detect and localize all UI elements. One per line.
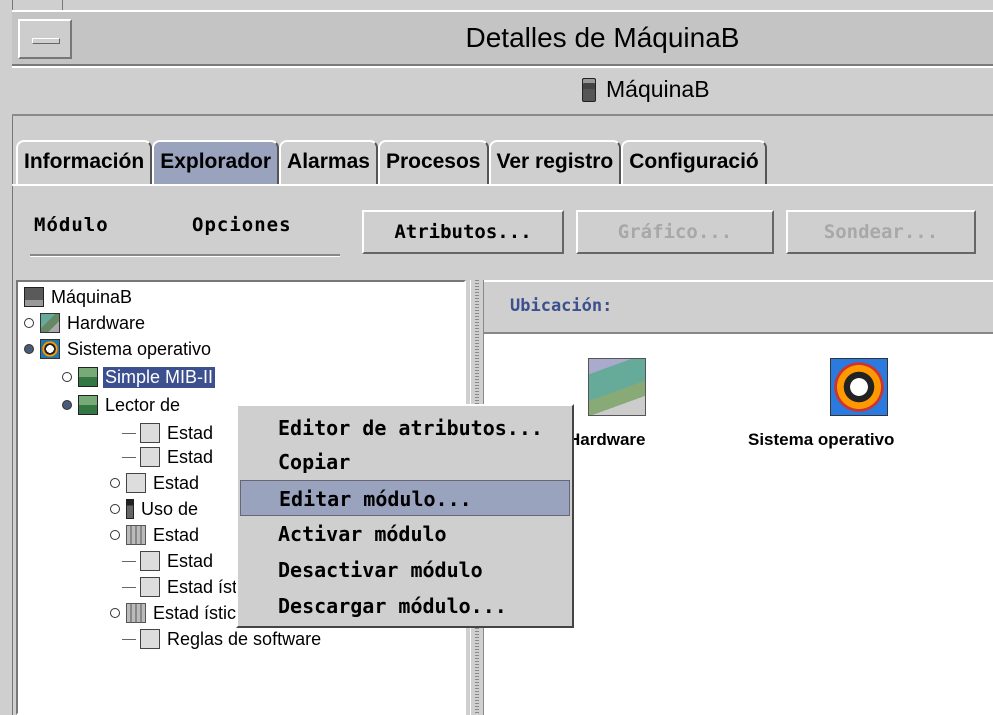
os-icon[interactable] [830, 358, 888, 416]
chip-icon [126, 525, 146, 545]
tree-item-label: Lector de [105, 394, 181, 415]
tab-ver-registro[interactable]: Ver registro [488, 140, 622, 184]
menu-item-copiar[interactable]: Copiar [240, 444, 570, 480]
tree-connector [122, 638, 136, 640]
grafico-button[interactable]: Gráfico... [576, 210, 774, 254]
expand-node-icon[interactable] [110, 608, 120, 618]
module-icon [78, 395, 98, 415]
sondear-button[interactable]: Sondear... [786, 210, 976, 254]
tab-divider [12, 184, 993, 186]
window-title: Detalles de MáquinaB [465, 22, 740, 53]
menu-underline [30, 254, 340, 257]
atributos-button[interactable]: Atributos... [362, 210, 564, 254]
menu-item-desactivar-modulo[interactable]: Desactivar módulo [240, 552, 570, 588]
tree-item-label: Estad [167, 446, 214, 467]
collapse-node-icon[interactable] [24, 344, 34, 354]
menu-modulo[interactable]: Módulo [34, 214, 109, 236]
host-header: MáquinaB [12, 66, 993, 116]
stats-icon [140, 551, 160, 571]
context-menu: Editor de atributos... Copiar Editar mód… [236, 404, 574, 628]
expand-node-icon[interactable] [62, 372, 72, 382]
tree-item-estad-5[interactable]: Estad [122, 548, 215, 574]
menu-item-editar-modulo[interactable]: Editar módulo... [240, 480, 570, 516]
stats-icon [140, 447, 160, 467]
tree-item-label: Estad [167, 422, 214, 443]
tree-item-host[interactable]: MáquinaB [24, 284, 134, 310]
expand-node-icon[interactable] [24, 318, 34, 328]
tree-item-label: Uso de [141, 498, 199, 519]
tab-procesos[interactable]: Procesos [377, 140, 489, 184]
tree-connector [122, 456, 136, 458]
tree-item-label: Estad [153, 472, 200, 493]
expand-node-icon[interactable] [110, 530, 120, 540]
tree-item-lector[interactable]: Lector de [62, 392, 182, 418]
tree-item-label: Reglas de software [167, 628, 322, 649]
tree-item-estad-3[interactable]: Estad [110, 470, 201, 496]
tree-item-estad-2[interactable]: Estad [122, 444, 215, 470]
tree-item-hardware[interactable]: Hardware [24, 310, 147, 336]
menu-item-editor-atributos[interactable]: Editor de atributos... [240, 410, 570, 446]
tab-explorador[interactable]: Explorador [152, 140, 280, 184]
stats-icon [140, 423, 160, 443]
tree-connector [122, 432, 136, 434]
tree-item-estad-4[interactable]: Estad [110, 522, 201, 548]
tree-connector [122, 586, 136, 588]
collapse-node-icon[interactable] [62, 400, 72, 410]
chip-icon [126, 603, 146, 623]
content-item-sistema-operativo[interactable]: Sistema operativo [748, 430, 894, 450]
disk-icon [140, 577, 160, 597]
menu-item-descargar-modulo[interactable]: Descargar módulo... [240, 588, 570, 624]
window-frame-notch [62, 0, 63, 10]
tree-item-sistema-operativo[interactable]: Sistema operativo [24, 336, 213, 362]
disk-icon [126, 473, 146, 493]
tree-item-uso[interactable]: Uso de [110, 496, 200, 522]
tab-alarmas[interactable]: Alarmas [279, 140, 378, 184]
tree-item-label: Simple MIB-II [103, 366, 216, 388]
expand-node-icon[interactable] [110, 504, 120, 514]
tree-item-simple-mib[interactable]: Simple MIB-II [62, 364, 216, 390]
title-bar: Detalles de MáquinaB [12, 10, 993, 66]
bar-icon [126, 499, 134, 519]
hardware-icon[interactable] [588, 358, 646, 416]
os-icon [40, 339, 60, 359]
menu-opciones[interactable]: Opciones [192, 214, 292, 236]
tree-item-label: MáquinaB [51, 286, 133, 307]
location-bar: Ubicación: [484, 280, 993, 334]
tab-bar: Información Explorador Alarmas Procesos … [16, 140, 767, 184]
tree-item-estad-1[interactable]: Estad [122, 420, 215, 446]
hardware-icon [40, 313, 60, 333]
tree-item-reglas[interactable]: Reglas de software [122, 626, 323, 652]
location-label: Ubicación: [510, 296, 613, 316]
tree-item-label: Estad [167, 550, 214, 571]
tree-item-label: Estad [153, 524, 200, 545]
tree-item-label: Hardware [67, 312, 146, 333]
expand-node-icon[interactable] [110, 478, 120, 488]
tab-configuracion[interactable]: Configuració [621, 140, 767, 184]
host-label: MáquinaB [606, 76, 710, 102]
tree-item-label: Sistema operativo [67, 338, 212, 359]
tree-connector [122, 560, 136, 562]
menu-item-activar-modulo[interactable]: Activar módulo [240, 516, 570, 552]
stats-icon [140, 629, 160, 649]
content-item-hardware[interactable]: Hardware [568, 430, 645, 450]
module-icon [78, 367, 98, 387]
host-icon [24, 287, 44, 307]
tab-informacion[interactable]: Información [16, 140, 153, 184]
server-icon [582, 77, 596, 102]
